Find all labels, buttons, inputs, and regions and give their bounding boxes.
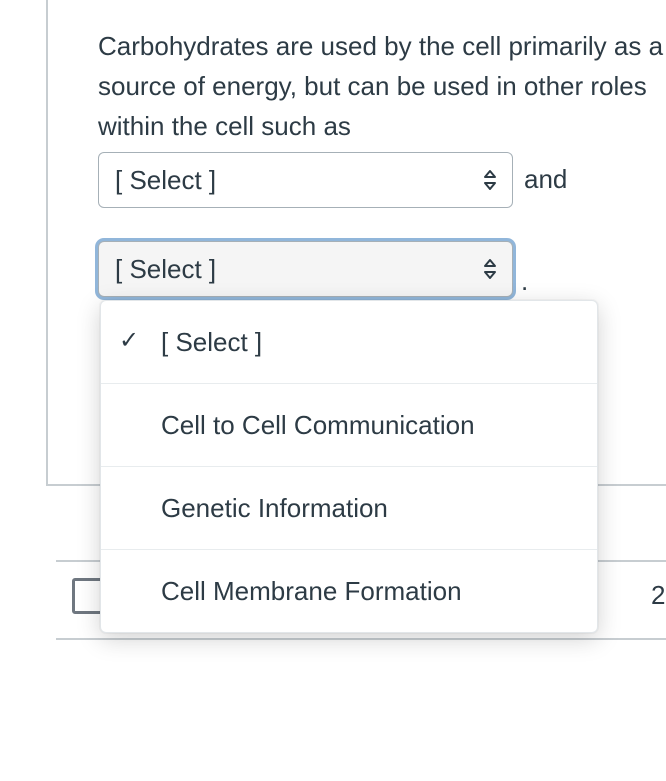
option-label: Cell Membrane Formation (161, 576, 462, 606)
chevron-updown-icon (482, 168, 498, 192)
select-option-cell-communication[interactable]: Cell to Cell Communication (101, 384, 597, 467)
check-icon: ✓ (119, 329, 139, 353)
select-option-cell-membrane-formation[interactable]: Cell Membrane Formation (101, 550, 597, 632)
question-left-border (46, 0, 48, 484)
connector-text: and (524, 164, 567, 195)
question-text: Carbohydrates are used by the cell prima… (98, 26, 666, 146)
answer-select-1[interactable]: [ Select ] (98, 152, 513, 208)
terminator-text: . (521, 266, 528, 297)
answer-select-2-placeholder: [ Select ] (115, 254, 216, 285)
chevron-updown-icon (482, 257, 498, 281)
answer-select-2[interactable]: [ Select ] (98, 241, 513, 297)
next-question-bottom-border (56, 638, 666, 640)
points-possible: 2 (651, 580, 665, 611)
answer-select-1-placeholder: [ Select ] (115, 165, 216, 196)
answer-select-2-listbox[interactable]: ✓ [ Select ] Cell to Cell Communication … (100, 300, 598, 633)
option-label: [ Select ] (161, 327, 262, 357)
select-option-placeholder[interactable]: ✓ [ Select ] (101, 301, 597, 384)
select-option-genetic-information[interactable]: Genetic Information (101, 467, 597, 550)
option-label: Genetic Information (161, 493, 388, 523)
option-label: Cell to Cell Communication (161, 410, 475, 440)
